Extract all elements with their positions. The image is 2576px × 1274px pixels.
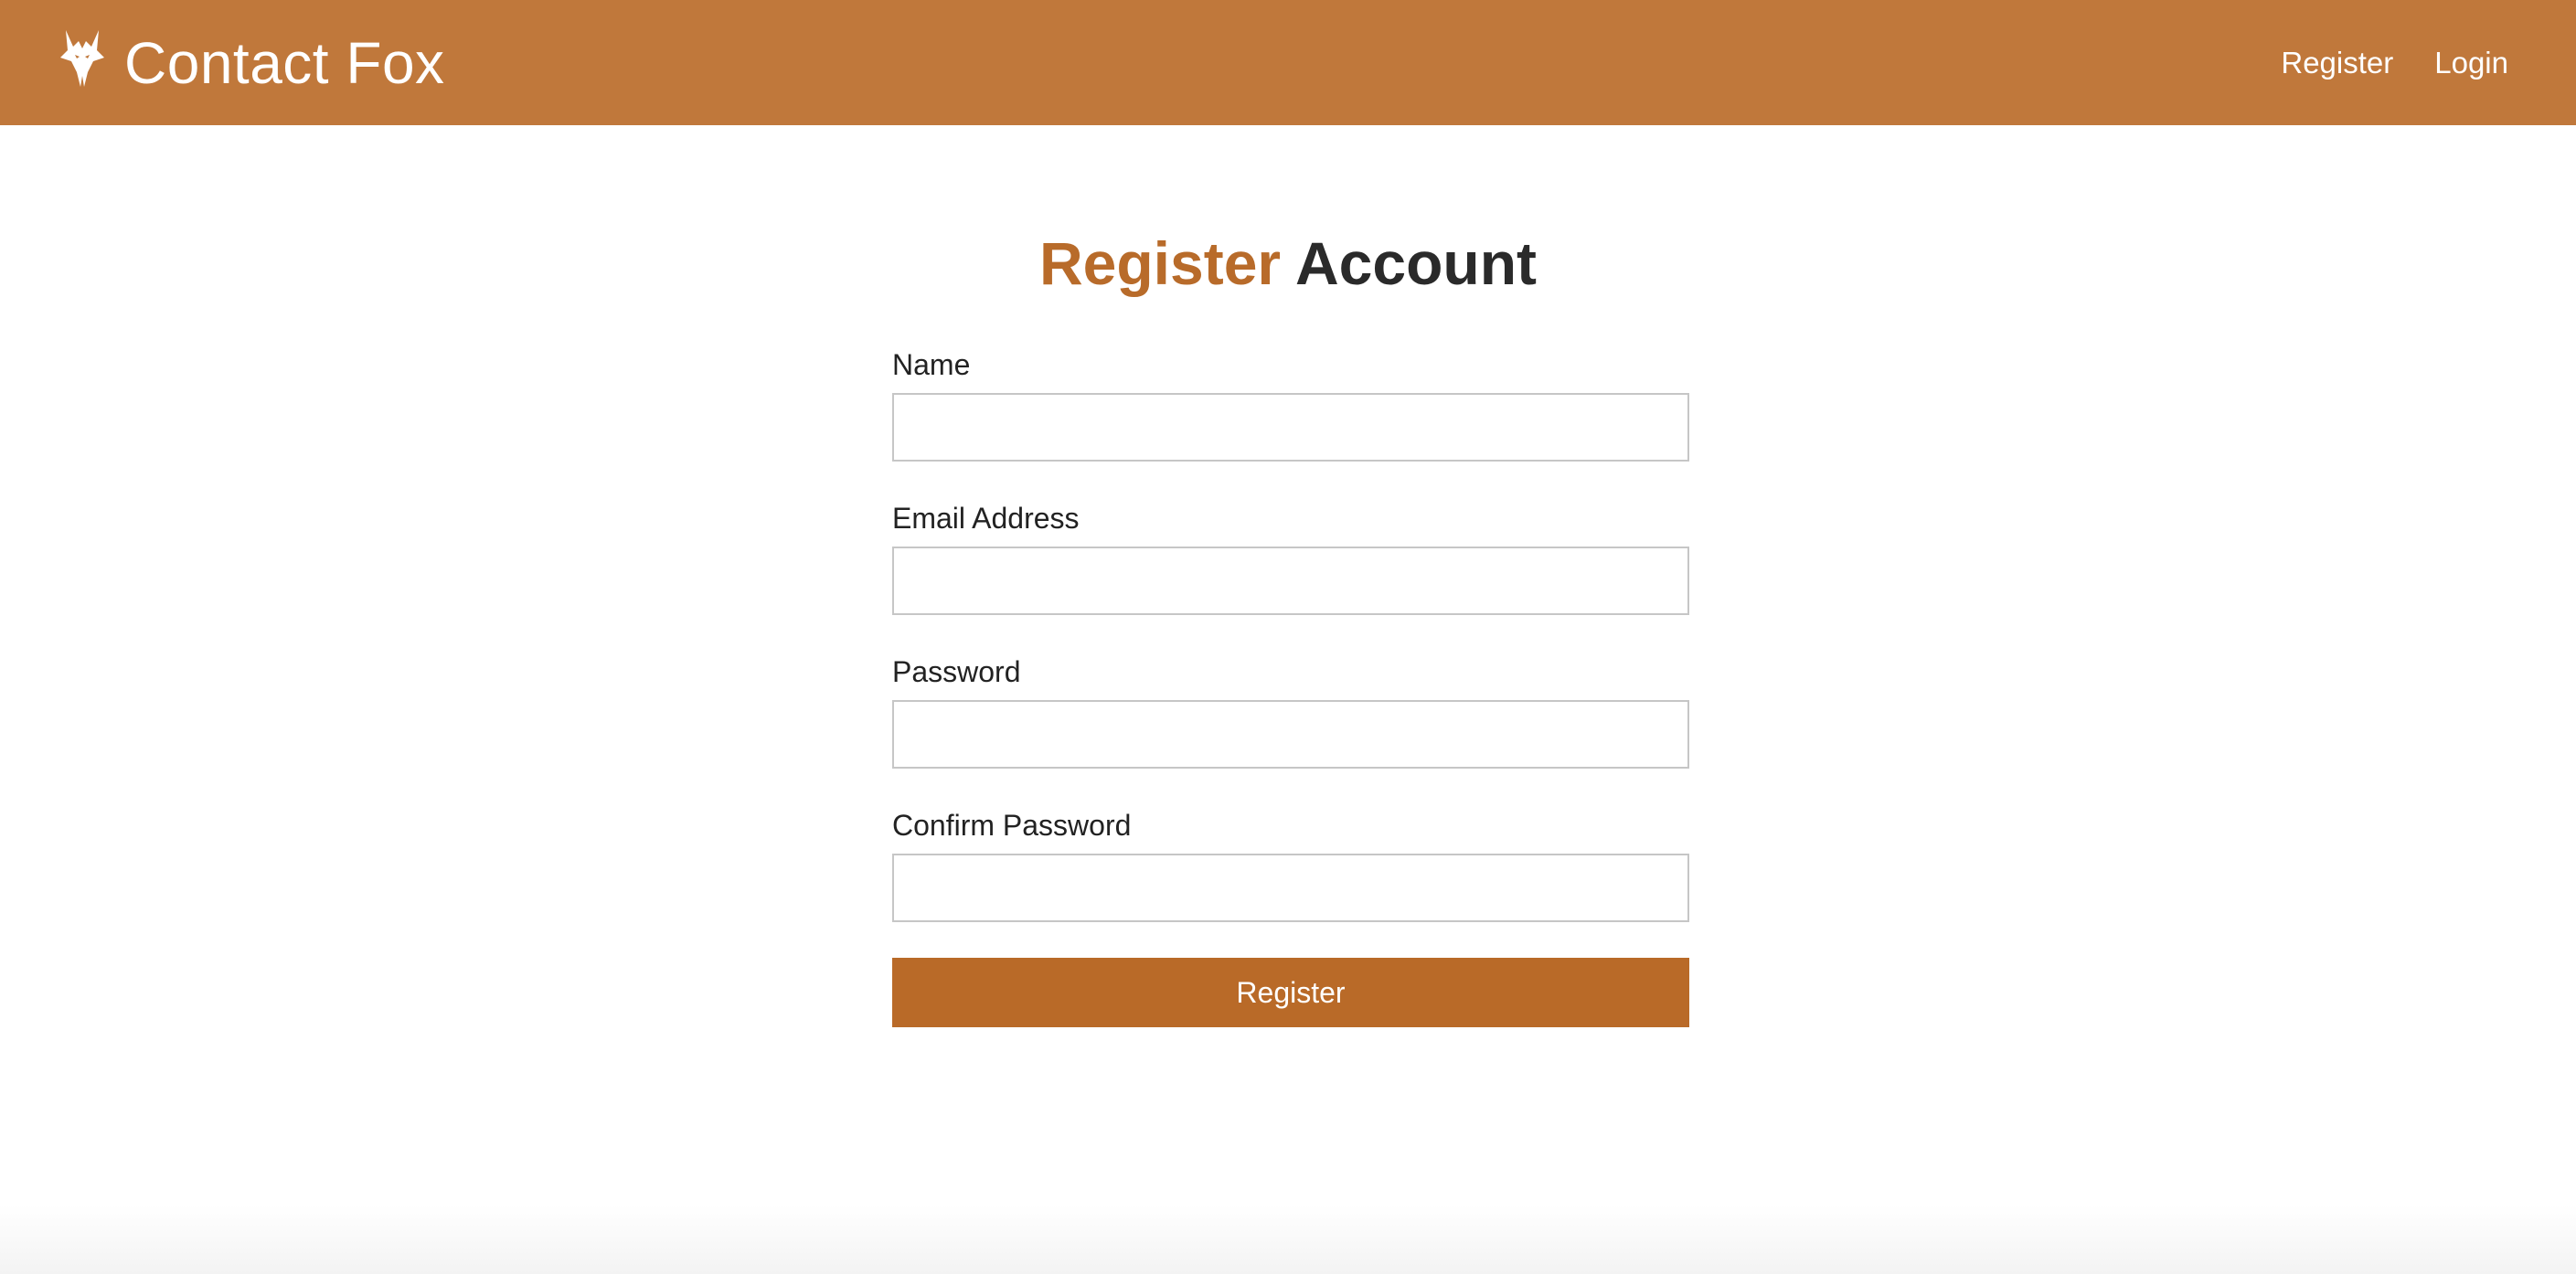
email-input[interactable] bbox=[892, 547, 1689, 615]
fox-icon bbox=[60, 29, 104, 87]
nav-register-link[interactable]: Register bbox=[2281, 46, 2393, 80]
navbar: Contact Fox Register Login bbox=[0, 0, 2576, 125]
name-label: Name bbox=[892, 348, 971, 381]
name-input[interactable] bbox=[892, 393, 1689, 462]
confirm-password-label: Confirm Password bbox=[892, 809, 1132, 842]
register-form: Name Email Address Password Confirm Pass… bbox=[892, 347, 1689, 1027]
email-field-group: Email Address bbox=[892, 501, 1689, 615]
name-field-group: Name bbox=[892, 347, 1689, 462]
register-button[interactable]: Register bbox=[892, 958, 1689, 1027]
nav-links: Register Login bbox=[2240, 46, 2508, 80]
confirm-password-field-group: Confirm Password bbox=[892, 808, 1689, 922]
email-label: Email Address bbox=[892, 502, 1080, 535]
password-label: Password bbox=[892, 655, 1021, 688]
brand-link[interactable]: Contact Fox bbox=[60, 29, 445, 96]
page-title-accent: Register bbox=[1039, 229, 1282, 297]
page-title: Register Account bbox=[0, 228, 2576, 300]
password-input[interactable] bbox=[892, 700, 1689, 769]
nav-login-link[interactable]: Login bbox=[2434, 46, 2508, 80]
page-title-rest: Account bbox=[1295, 229, 1537, 297]
password-field-group: Password bbox=[892, 654, 1689, 769]
main-content: Register Account Name Email Address Pass… bbox=[0, 125, 2576, 1274]
brand-title: Contact Fox bbox=[124, 29, 445, 96]
confirm-password-input[interactable] bbox=[892, 854, 1689, 922]
